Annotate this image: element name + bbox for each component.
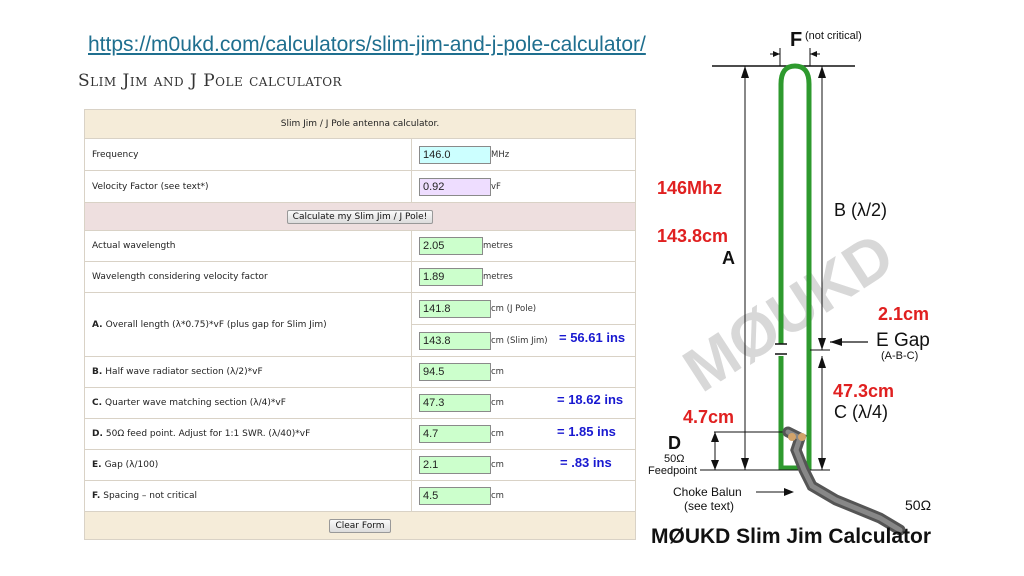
gap-unit: cm	[491, 460, 504, 470]
calculate-button[interactable]: Calculate my Slim Jim / J Pole!	[286, 209, 434, 224]
half-wave-text: Half wave radiator section (λ/2)*vF	[105, 367, 263, 377]
quarter-wave-inches: = 18.62 ins	[557, 392, 624, 407]
frequency-row: Frequency 146.0 MHz	[85, 138, 635, 170]
e-formula: (A-B-C)	[881, 350, 918, 362]
d-ohm: 50Ω	[664, 453, 684, 465]
clear-row: Clear Form	[85, 511, 635, 539]
actual-wavelength-label: Actual wavelength	[92, 241, 176, 251]
gap-row: E. Gap (λ/100) 2.1 cm	[85, 449, 635, 480]
calculator-title: Slim Jim / J Pole antenna calculator.	[280, 119, 440, 129]
overall-jpole-output: 141.8	[419, 299, 491, 318]
overall-jpole-unit: cm (J Pole)	[491, 303, 537, 314]
d-value-callout: 4.7cm	[683, 407, 734, 427]
balun-label: Choke Balun	[673, 485, 742, 499]
actual-wavelength-row: Actual wavelength 2.05 metres	[85, 230, 635, 261]
overall-letter: A.	[92, 319, 103, 330]
source-url-link[interactable]: https://m0ukd.com/calculators/slim-jim-a…	[88, 33, 646, 57]
clear-form-button[interactable]: Clear Form	[329, 518, 391, 533]
wavelength-vf-unit: metres	[483, 272, 513, 282]
feed-point-letter: D.	[92, 429, 103, 439]
f-note: (not critical)	[805, 30, 862, 42]
spacing-output: 4.5	[419, 487, 491, 505]
slim-jim-diagram: MØUKD F (not critical) A 146Mhz 143.8cm …	[648, 29, 931, 548]
half-wave-row: B. Half wave radiator section (λ/2)*vF 94…	[85, 356, 635, 387]
wavelength-vf-row: Wavelength considering velocity factor 1…	[85, 261, 635, 292]
spacing-text: Spacing – not critical	[103, 491, 198, 501]
actual-wavelength-unit: metres	[483, 241, 513, 251]
quarter-wave-text: Quarter wave matching section (λ/4)*vF	[105, 398, 286, 408]
c-label: C (λ/4)	[834, 402, 888, 422]
feed-point-label: D. 50Ω feed point. Adjust for 1:1 SWR. (λ…	[92, 419, 407, 449]
gap-inches: = .83 ins	[560, 455, 612, 470]
half-wave-output: 94.5	[419, 363, 491, 381]
quarter-wave-row: C. Quarter wave matching section (λ/4)*vF…	[85, 387, 635, 418]
calculate-row: Calculate my Slim Jim / J Pole!	[85, 202, 635, 230]
feed-point-unit: cm	[491, 429, 504, 439]
c-value-callout: 47.3cm	[833, 381, 894, 401]
overall-length-text: Overall length (λ*0.75)*vF (plus gap for…	[105, 319, 327, 330]
coax-ohm: 50Ω	[905, 497, 931, 513]
diagram-caption: MØUKD Slim Jim Calculator	[651, 525, 931, 548]
watermark-text: MØUKD	[672, 220, 906, 405]
quarter-wave-label: C. Quarter wave matching section (λ/4)*vF	[92, 388, 407, 418]
wavelength-vf-output: 1.89	[419, 268, 483, 286]
spacing-label: F. Spacing – not critical	[92, 481, 407, 511]
feed-point-row: D. 50Ω feed point. Adjust for 1:1 SWR. (λ…	[85, 418, 635, 449]
spacing-letter: F.	[92, 491, 101, 501]
quarter-wave-unit: cm	[491, 398, 504, 408]
quarter-wave-output: 47.3	[419, 394, 491, 412]
a-label: A	[722, 248, 735, 268]
gap-label: E. Gap (λ/100)	[92, 450, 407, 480]
frequency-unit: MHz	[491, 149, 510, 160]
gap-text: Gap (λ/100)	[104, 460, 159, 470]
spacing-unit: cm	[491, 491, 504, 501]
b-label: B (λ/2)	[834, 200, 887, 220]
half-wave-label: B. Half wave radiator section (λ/2)*vF	[92, 357, 407, 387]
velocity-factor-unit: vF	[491, 181, 501, 192]
calculator-form: Slim Jim / J Pole antenna calculator. Fr…	[84, 109, 636, 540]
d-feedpoint: Feedpoint	[648, 465, 697, 477]
feed-point-text: 50Ω feed point. Adjust for 1:1 SWR. (λ/4…	[105, 429, 311, 439]
balun-note: (see text)	[684, 499, 734, 513]
f-label: F	[790, 29, 802, 51]
overall-slimjim-output: 143.8	[419, 332, 491, 350]
wavelength-vf-label: Wavelength considering velocity factor	[92, 272, 268, 282]
a-value-callout: 143.8cm	[657, 226, 728, 246]
calculator-title-row: Slim Jim / J Pole antenna calculator.	[85, 110, 635, 138]
gap-output: 2.1	[419, 456, 491, 474]
frequency-label: Frequency	[92, 149, 139, 160]
half-wave-unit: cm	[491, 367, 504, 377]
overall-inches: = 56.61 ins	[559, 330, 626, 345]
feed-point-output: 4.7	[419, 425, 491, 443]
frequency-input[interactable]: 146.0	[419, 145, 491, 164]
half-wave-letter: B.	[92, 367, 103, 377]
velocity-factor-input[interactable]: 0.92	[419, 177, 491, 196]
gap-letter: E.	[92, 460, 102, 470]
e-label: E Gap	[876, 330, 930, 351]
actual-wavelength-output: 2.05	[419, 237, 483, 255]
overall-length-row: A. Overall length (λ*0.75)*vF (plus gap f…	[85, 292, 635, 356]
page-heading: Slim Jim and J Pole calculator	[78, 71, 343, 91]
quarter-wave-letter: C.	[92, 398, 103, 408]
overall-length-label: A. Overall length (λ*0.75)*vF (plus gap f…	[92, 293, 407, 356]
frequency-callout: 146Mhz	[657, 178, 722, 198]
velocity-factor-row: Velocity Factor (see text*) 0.92 vF	[85, 170, 635, 202]
overall-slimjim-unit: cm (Slim Jim)	[491, 336, 548, 346]
d-label: D	[668, 433, 681, 453]
spacing-row: F. Spacing – not critical 4.5 cm	[85, 480, 635, 511]
e-value-callout: 2.1cm	[878, 304, 929, 324]
velocity-factor-label: Velocity Factor (see text*)	[92, 181, 209, 192]
feed-point-inches: = 1.85 ins	[557, 424, 616, 439]
